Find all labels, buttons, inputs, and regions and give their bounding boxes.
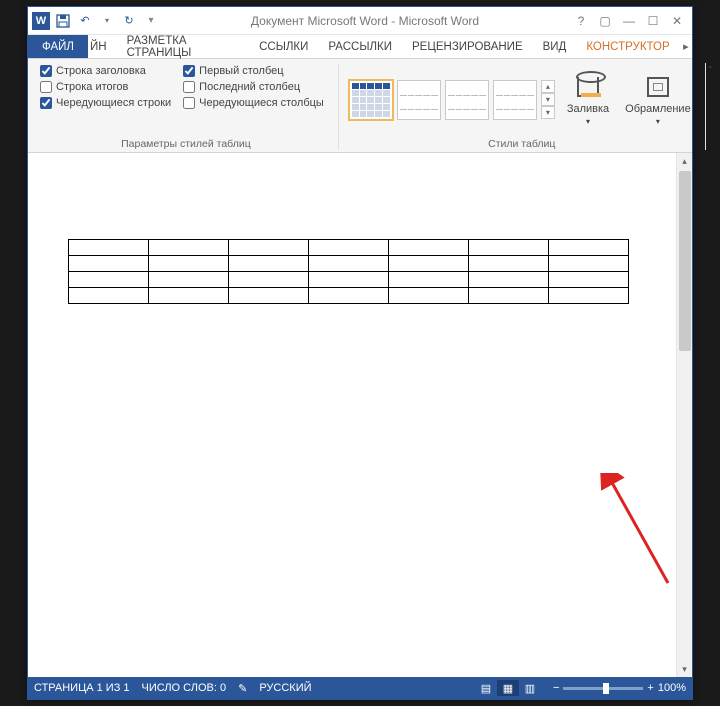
tab-view[interactable]: ВИД: [533, 35, 577, 58]
gallery-item-3[interactable]: [445, 80, 489, 120]
minimize-icon[interactable]: —: [618, 12, 640, 30]
app-window: W ↶ ▾ ↻ ▾ Документ Microsoft Word - Micr…: [27, 6, 693, 700]
table-row: [69, 256, 629, 272]
gallery-scroll-down-icon[interactable]: ▾: [541, 93, 555, 106]
gallery-scroll-up-icon[interactable]: ▴: [541, 80, 555, 93]
gallery-item-1[interactable]: [349, 80, 393, 120]
shading-button[interactable]: Заливка ▾: [559, 63, 617, 136]
gallery-item-2[interactable]: [397, 80, 441, 120]
status-proofing[interactable]: ✎: [238, 682, 247, 695]
tab-review[interactable]: РЕЦЕНЗИРОВАНИЕ: [402, 35, 533, 58]
bucket-icon: [574, 73, 602, 101]
chevron-down-icon: ▾: [586, 117, 590, 126]
ribbon: Строка заголовка Строка итогов Чередующи…: [28, 59, 692, 153]
table-row: [69, 288, 629, 304]
chk-total-row[interactable]: Строка итогов: [40, 81, 171, 93]
tab-design[interactable]: КОНСТРУКТОР: [576, 35, 679, 58]
gallery-scroll: ▴ ▾ ▾: [541, 80, 555, 119]
zoom-percent[interactable]: 100%: [658, 682, 686, 694]
qat-customize-icon[interactable]: ▾: [142, 12, 160, 30]
view-web-icon[interactable]: ▥: [519, 680, 541, 696]
maximize-icon[interactable]: ☐: [642, 12, 664, 30]
vertical-scrollbar[interactable]: ▴ ▾: [676, 153, 692, 677]
table-row: [69, 240, 629, 256]
document-table[interactable]: [68, 239, 629, 304]
save-icon[interactable]: [54, 12, 72, 30]
close-icon[interactable]: ✕: [666, 12, 688, 30]
gallery-more-icon[interactable]: ▾: [541, 106, 555, 119]
qat-dropdown-icon[interactable]: ▾: [98, 12, 116, 30]
ribbon-collapse-icon[interactable]: ˆ: [708, 63, 713, 77]
zoom-controls: − + 100%: [553, 682, 686, 694]
chk-first-column[interactable]: Первый столбец: [183, 65, 324, 77]
border-icon: [644, 73, 672, 101]
status-page[interactable]: СТРАНИЦА 1 ИЗ 1: [34, 682, 130, 694]
zoom-slider-thumb[interactable]: [603, 683, 609, 694]
group-label-styles: Стили таблиц: [345, 136, 699, 150]
document-area: ▴ ▾: [28, 153, 692, 677]
table-row: [69, 272, 629, 288]
group-label-options: Параметры стилей таблиц: [40, 136, 332, 150]
window-controls: ? ▢ — ☐ ✕: [570, 12, 688, 30]
proofing-icon: ✎: [238, 682, 247, 695]
tab-file[interactable]: ФАЙЛ: [28, 35, 88, 58]
group-table-styles: ▴ ▾ ▾ Заливка ▾ Обрамление ▾ Стили табли…: [339, 63, 706, 150]
chevron-down-icon: ▾: [656, 117, 660, 126]
status-word-count[interactable]: ЧИСЛО СЛОВ: 0: [142, 682, 227, 694]
scroll-thumb[interactable]: [679, 171, 691, 351]
scroll-up-icon[interactable]: ▴: [677, 153, 692, 169]
zoom-out-button[interactable]: −: [553, 682, 559, 694]
tab-page-layout[interactable]: РАЗМЕТКА СТРАНИЦЫ: [117, 35, 250, 58]
chk-header-row[interactable]: Строка заголовка: [40, 65, 171, 77]
status-language[interactable]: РУССКИЙ: [259, 682, 311, 694]
redo-icon[interactable]: ↻: [120, 12, 138, 30]
tabs-overflow-icon[interactable]: ▸: [680, 35, 692, 58]
titlebar: W ↶ ▾ ↻ ▾ Документ Microsoft Word - Micr…: [28, 7, 692, 35]
view-print-icon[interactable]: ▦: [497, 680, 519, 696]
view-buttons: ▤ ▦ ▥: [475, 680, 541, 696]
view-read-icon[interactable]: ▤: [475, 680, 497, 696]
help-icon[interactable]: ?: [570, 12, 592, 30]
word-logo-icon: W: [32, 12, 50, 30]
gallery-item-4[interactable]: [493, 80, 537, 120]
group-table-style-options: Строка заголовка Строка итогов Чередующи…: [34, 63, 339, 150]
chk-banded-columns[interactable]: Чередующиеся столбцы: [183, 97, 324, 109]
tab-mailings[interactable]: РАССЫЛКИ: [318, 35, 402, 58]
page-canvas[interactable]: [28, 153, 676, 677]
tab-references[interactable]: ССЫЛКИ: [249, 35, 318, 58]
window-title: Документ Microsoft Word - Microsoft Word: [160, 14, 570, 28]
zoom-slider[interactable]: [563, 687, 643, 690]
undo-icon[interactable]: ↶: [76, 12, 94, 30]
zoom-in-button[interactable]: +: [647, 682, 653, 694]
ribbon-options-icon[interactable]: ▢: [594, 12, 616, 30]
chk-banded-rows[interactable]: Чередующиеся строки: [40, 97, 171, 109]
borders-button[interactable]: Обрамление ▾: [617, 63, 699, 136]
table-style-gallery: ▴ ▾ ▾: [345, 63, 559, 136]
tab-partial[interactable]: ЙН: [88, 35, 117, 58]
ribbon-tabs: ФАЙЛ ЙН РАЗМЕТКА СТРАНИЦЫ ССЫЛКИ РАССЫЛК…: [28, 35, 692, 59]
quick-access-toolbar: W ↶ ▾ ↻ ▾: [32, 12, 160, 30]
scroll-down-icon[interactable]: ▾: [677, 661, 692, 677]
statusbar: СТРАНИЦА 1 ИЗ 1 ЧИСЛО СЛОВ: 0 ✎ РУССКИЙ …: [28, 677, 692, 699]
chk-last-column[interactable]: Последний столбец: [183, 81, 324, 93]
